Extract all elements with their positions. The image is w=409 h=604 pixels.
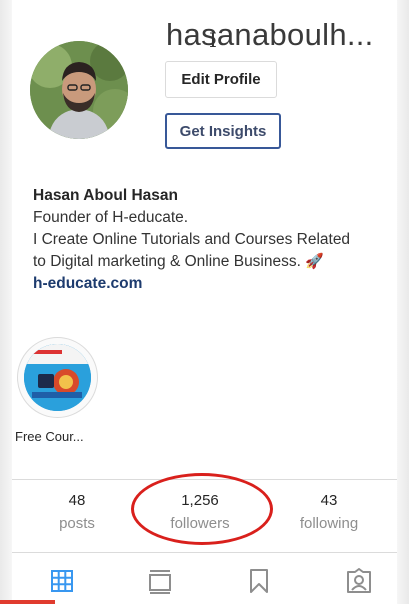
highlight-label: Free Cour... [15, 429, 84, 444]
tabs-divider [12, 552, 397, 553]
following-stat[interactable]: 43 following [274, 492, 384, 532]
bio-line-3-wrap: to Digital marketing & Online Business. … [33, 251, 393, 273]
posts-label: posts [59, 515, 95, 532]
bio-line-2: I Create Online Tutorials and Courses Re… [33, 231, 351, 248]
avatar[interactable] [30, 41, 128, 139]
grid-icon [51, 570, 73, 592]
bookmark-icon [250, 569, 268, 593]
text-cursor-icon: I [209, 28, 217, 52]
bio: Hasan Aboul Hasan Founder of H-educate. … [33, 185, 393, 295]
tab-feed[interactable] [145, 566, 175, 596]
feed-icon [149, 570, 171, 594]
tab-saved[interactable] [244, 566, 274, 596]
avatar-photo [30, 41, 128, 139]
posts-stat[interactable]: 48 posts [22, 492, 132, 532]
tab-grid[interactable] [47, 566, 77, 596]
get-insights-button[interactable]: Get Insights [165, 113, 281, 149]
bio-line-3: to Digital marketing & Online Business. [33, 253, 301, 270]
story-highlight[interactable] [17, 337, 98, 418]
edit-profile-button[interactable]: Edit Profile [165, 61, 277, 98]
website-link[interactable]: h-educate.com [33, 273, 393, 295]
tagged-icon [347, 568, 371, 593]
frame-edge-right [397, 0, 409, 604]
username: hasanaboulh... [166, 17, 374, 52]
following-label: following [299, 515, 359, 532]
frame-edge-left [0, 0, 12, 604]
annotation-circle [131, 473, 273, 545]
tab-tagged[interactable] [344, 566, 374, 596]
video-progress-bar [0, 600, 55, 604]
posts-count: 48 [68, 492, 86, 509]
highlight-cover-art [24, 344, 91, 411]
following-count: 43 [320, 492, 338, 509]
rocket-icon: 🚀 [305, 253, 324, 270]
profile-name: Hasan Aboul Hasan [33, 187, 178, 204]
highlight-cover [24, 344, 91, 411]
bio-line-1: Founder of H-educate. [33, 209, 189, 226]
